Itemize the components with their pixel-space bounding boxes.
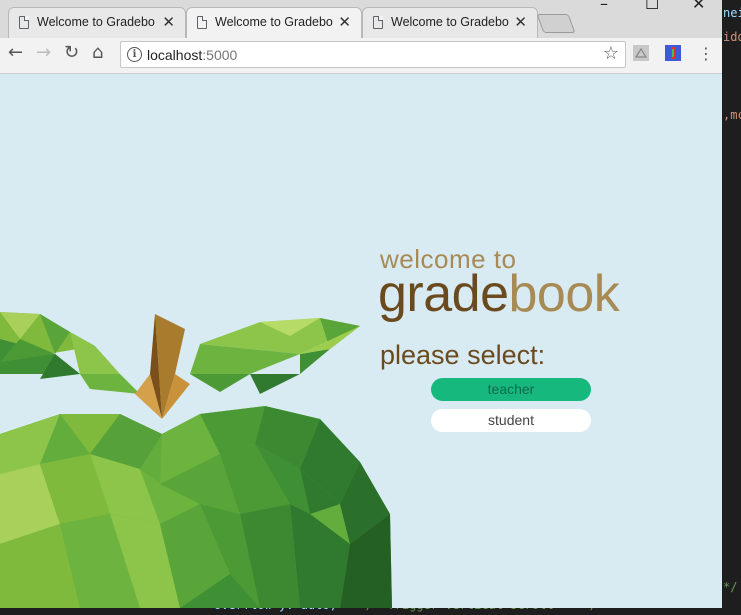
reload-icon[interactable]: ↻ (64, 42, 79, 63)
brand-logo-text: gradebook (378, 264, 620, 324)
url-port: :5000 (202, 47, 238, 63)
editor-text: ,mc (723, 108, 741, 122)
minimize-icon[interactable]: – (600, 0, 608, 13)
page-icon (19, 16, 29, 29)
editor-text: nei (723, 6, 741, 20)
close-icon[interactable]: ✕ (338, 13, 351, 31)
url-host: localhost (147, 47, 203, 63)
tab-title: Welcome to Gradebook (215, 15, 333, 29)
info-icon[interactable]: i (127, 47, 142, 62)
forward-icon[interactable]: → (36, 42, 51, 63)
menu-icon[interactable]: ⋮ (698, 44, 714, 63)
page-icon (197, 16, 207, 29)
close-icon[interactable]: ✕ (514, 13, 527, 31)
brand-grade: grade (378, 265, 509, 323)
tab-title: Welcome to Gradebook (391, 15, 509, 29)
address-bar[interactable]: i localhost:5000 ☆ (120, 41, 626, 68)
editor-text: */ (723, 580, 738, 594)
tab[interactable]: Welcome to Gradebook ✕ (8, 7, 186, 38)
browser-window: Welcome to Gradebook ✕ Welcome to Gradeb… (0, 0, 722, 608)
new-tab-button[interactable] (536, 14, 576, 33)
extension-icon[interactable] (665, 45, 681, 61)
brand-book: book (508, 265, 620, 323)
teacher-button[interactable]: teacher (431, 378, 591, 401)
back-icon[interactable]: ← (8, 42, 23, 63)
star-icon[interactable]: ☆ (603, 43, 619, 64)
tab-active[interactable]: Welcome to Gradebook ✕ (186, 7, 362, 38)
pdf-extension-icon[interactable] (633, 45, 649, 61)
tab[interactable]: Welcome to Gradebook ✕ (362, 7, 538, 38)
browser-toolbar: ← → ↻ ⌂ i localhost:5000 ☆ ⋮ (0, 38, 722, 74)
tab-title: Welcome to Gradebook (37, 15, 155, 29)
page-content: welcome to gradebook please select: teac… (0, 74, 722, 608)
close-icon[interactable]: ✕ (162, 13, 175, 31)
select-prompt: please select: (380, 340, 546, 370)
maximize-icon[interactable]: ☐ (645, 0, 659, 13)
home-icon[interactable]: ⌂ (92, 42, 103, 63)
close-window-icon[interactable]: ✕ (692, 0, 705, 13)
code-editor-background: nei idd ,mc */ (723, 0, 741, 615)
student-button[interactable]: student (431, 409, 591, 432)
editor-text: idd (723, 30, 741, 44)
page-icon (373, 16, 383, 29)
apple-illustration (0, 312, 392, 608)
tab-strip: Welcome to Gradebook ✕ Welcome to Gradeb… (0, 0, 722, 38)
